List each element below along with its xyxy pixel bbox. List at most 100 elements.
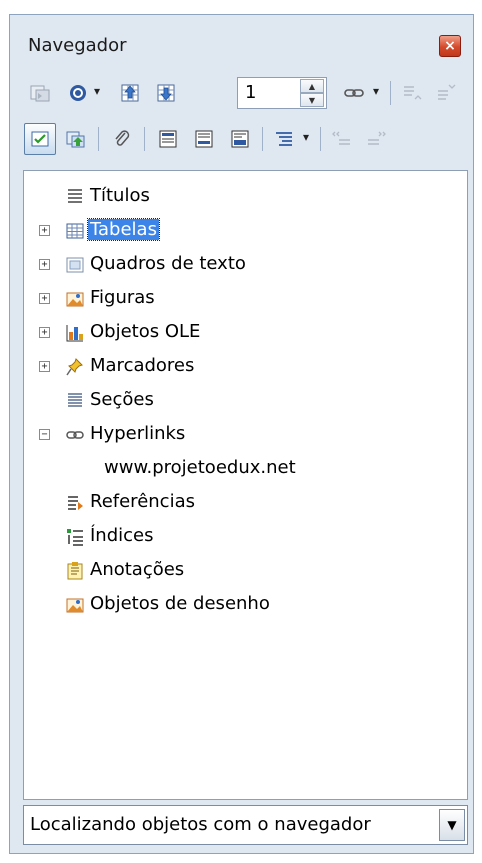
headings-icon [64, 186, 86, 208]
indexes-icon [64, 526, 86, 548]
tree-item-label: Tabelas [87, 218, 160, 241]
expand-icon[interactable]: + [39, 361, 50, 372]
tree-item-label: Seções [90, 389, 154, 410]
expand-icon[interactable]: + [39, 293, 50, 304]
navigation-dropdown-icon[interactable]: ▾ [94, 84, 100, 98]
expand-icon[interactable]: + [39, 259, 50, 270]
tree-item-label: Referências [90, 491, 195, 512]
previous-button[interactable] [114, 77, 146, 109]
heading-levels-dropdown-icon[interactable]: ▾ [303, 130, 309, 144]
references-icon [64, 492, 86, 514]
collapse-icon[interactable]: − [39, 429, 50, 440]
title-bar: Navegador × [10, 15, 473, 61]
footer-icon [195, 130, 213, 148]
content-view-button[interactable] [24, 123, 56, 155]
tree-item-label: Anotações [90, 559, 185, 580]
graphics-icon [64, 288, 86, 310]
window-title: Navegador [28, 35, 127, 56]
toolbar-separator [390, 81, 391, 105]
navigation-icon [70, 85, 86, 101]
demote-level-icon [438, 84, 456, 100]
bookmark-icon [64, 356, 86, 378]
tree-item-tabelas[interactable]: + Tabelas [24, 215, 467, 247]
tree-item-label: Figuras [90, 287, 155, 308]
tree-item-label: Títulos [90, 185, 150, 206]
expand-icon[interactable]: + [39, 225, 50, 236]
close-icon: × [444, 38, 456, 54]
tree-item-titulos[interactable]: Títulos [24, 181, 467, 213]
content-tree[interactable]: Títulos + Tabelas + Quadros de texto + F… [23, 170, 468, 800]
tree-item-label: Quadros de texto [90, 253, 246, 274]
anchor-icon [231, 130, 249, 148]
tree-item-objetos-ole[interactable]: + Objetos OLE [24, 317, 467, 349]
tree-item-label: Índices [90, 525, 154, 546]
footer-button[interactable] [188, 123, 220, 155]
close-button[interactable]: × [439, 35, 461, 57]
tree-item-referencias[interactable]: Referências [24, 487, 467, 519]
toolbar-separator [98, 127, 99, 151]
document-select-value: Localizando objetos com o navegador [30, 814, 371, 835]
hyperlink-drag-icon [344, 89, 364, 97]
chevron-down-icon: ▼ [447, 818, 457, 832]
document-select[interactable]: Localizando objetos com o navegador ▼ [23, 805, 468, 845]
anchor-button[interactable] [224, 123, 256, 155]
tree-item-figuras[interactable]: + Figuras [24, 283, 467, 315]
tree-item-label: Objetos OLE [90, 321, 201, 342]
sections-icon [64, 390, 86, 412]
chapter-down-icon [368, 131, 386, 145]
chapter-up-button[interactable] [326, 123, 358, 155]
drawing-objects-icon [64, 594, 86, 616]
next-button[interactable] [150, 77, 182, 109]
text-frame-icon [64, 254, 86, 276]
spin-up-button[interactable]: ▲ [300, 79, 324, 93]
demote-level-button[interactable] [430, 77, 462, 109]
toggle-view-button[interactable] [24, 77, 56, 109]
tree-item-label: Objetos de desenho [90, 593, 270, 614]
tree-item-hyperlink-entry[interactable]: www.projetoedux.net [24, 453, 467, 485]
toolbar-separator [262, 127, 263, 151]
tree-item-label: Hyperlinks [90, 423, 186, 444]
navigator-toolbar-bottom: ▾ [24, 119, 464, 159]
tree-item-label: www.projetoedux.net [104, 457, 296, 478]
tree-item-quadros-de-texto[interactable]: + Quadros de texto [24, 249, 467, 281]
hyperlink-icon [64, 424, 86, 446]
header-button[interactable] [152, 123, 184, 155]
chapter-down-button[interactable] [360, 123, 392, 155]
tree-item-objetos-de-desenho[interactable]: Objetos de desenho [24, 589, 467, 621]
next-icon [157, 84, 175, 102]
tree-item-secoes[interactable]: Seções [24, 385, 467, 417]
page-spinbox[interactable]: 1 ▲ ▼ [237, 77, 327, 109]
set-reminder-button[interactable] [60, 123, 92, 155]
previous-icon [121, 84, 139, 102]
comments-icon [64, 560, 86, 582]
navigator-toolbar-top: ▾ 1 ▲ ▼ ▾ [24, 73, 464, 113]
reminder-icon [66, 131, 85, 148]
heading-levels-button[interactable] [268, 123, 300, 155]
expand-icon[interactable]: + [39, 327, 50, 338]
tree-item-label: Marcadores [90, 355, 195, 376]
drag-mode-dropdown-icon[interactable]: ▾ [373, 84, 379, 98]
drag-attach-button[interactable] [106, 123, 138, 155]
content-view-icon [31, 131, 49, 147]
tree-item-indices[interactable]: Índices [24, 521, 467, 553]
spin-down-button[interactable]: ▼ [300, 93, 324, 107]
navigation-button[interactable] [62, 77, 94, 109]
tree-item-hyperlinks[interactable]: − Hyperlinks [24, 419, 467, 451]
chapter-up-icon [332, 131, 350, 145]
tree-item-marcadores[interactable]: + Marcadores [24, 351, 467, 383]
tree-item-anotacoes[interactable]: Anotações [24, 555, 467, 587]
drag-mode-button[interactable] [338, 77, 370, 109]
table-icon [64, 220, 86, 242]
heading-levels-icon [276, 132, 292, 146]
paperclip-icon [115, 130, 130, 146]
toolbar-separator [320, 127, 321, 151]
promote-level-button[interactable] [396, 77, 428, 109]
toolbar-separator [144, 127, 145, 151]
page-number-value[interactable]: 1 [245, 82, 256, 103]
ole-object-icon [64, 322, 86, 344]
navigator-panel: Navegador × ▾ 1 ▲ ▼ ▾ ▾ Títulos + Tabela… [9, 14, 474, 854]
toggle-view-icon [30, 85, 50, 102]
header-icon [159, 130, 177, 148]
document-select-dropdown-button[interactable]: ▼ [439, 809, 465, 841]
promote-level-icon [404, 86, 422, 100]
